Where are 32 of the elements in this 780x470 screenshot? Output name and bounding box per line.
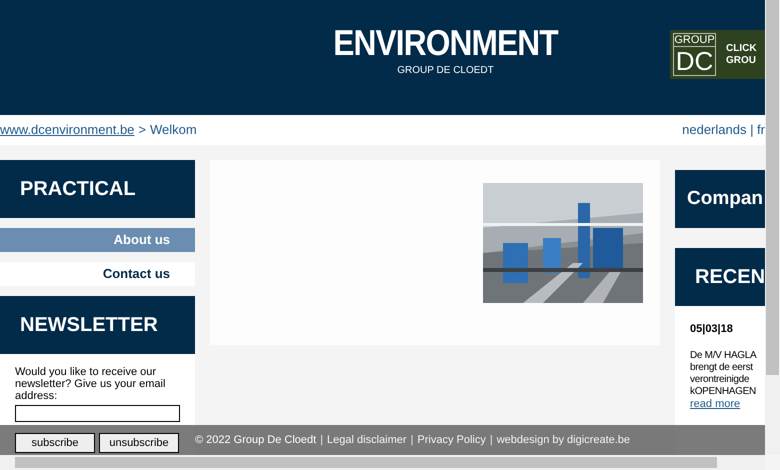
section-title: NEWSLETTER bbox=[0, 296, 195, 354]
banner-text: CLICK bbox=[726, 42, 757, 54]
logo-text: GROUP bbox=[674, 34, 715, 47]
site-title: ENVIRONMENT bbox=[333, 24, 558, 62]
footer-link[interactable]: Legal disclaimer bbox=[327, 432, 407, 448]
group-banner-link[interactable]: GROUP DC CLICK GROU bbox=[670, 30, 765, 79]
email-field[interactable] bbox=[15, 405, 180, 422]
newsletter-text: Would you like to receive our newsletter? Give us your email address: bbox=[15, 366, 166, 402]
footer-separator: | bbox=[320, 432, 324, 448]
breadcrumb-link[interactable]: www.dcenvironment.be bbox=[0, 120, 134, 140]
banner-text: GROU bbox=[726, 54, 757, 66]
footer-link[interactable]: Privacy Policy bbox=[417, 432, 486, 448]
logo-text: DC bbox=[676, 47, 714, 76]
breadcrumb-current: Welkom bbox=[150, 121, 197, 140]
copyright-text: © 2022 Group De Cloedt bbox=[194, 432, 316, 448]
footer-separator: | bbox=[490, 432, 493, 448]
newsletter-button[interactable]: unsubscribe bbox=[99, 433, 179, 453]
section-title: Compan bbox=[675, 170, 765, 228]
newsletter-button[interactable]: subscribe bbox=[15, 433, 95, 453]
section-title: RECEN bbox=[675, 248, 765, 306]
section-title: PRACTICAL bbox=[0, 160, 195, 218]
menu-item[interactable]: Contact us bbox=[0, 262, 195, 286]
language-links[interactable]: nederlands | fr bbox=[682, 120, 765, 140]
breadcrumb-separator: > bbox=[138, 121, 146, 140]
footer-link[interactable]: webdesign by digicreate.be bbox=[496, 432, 630, 448]
horizontal-scrollbar[interactable] bbox=[0, 455, 765, 470]
news-date: 05|03|18 bbox=[690, 322, 734, 337]
footer-separator: | bbox=[410, 432, 414, 448]
site-subtitle: GROUP DE CLOEDT bbox=[397, 64, 494, 78]
vertical-scrollbar[interactable] bbox=[765, 0, 780, 455]
news-excerpt: De M/V HAGLA brengt de eerst verontreinigde kOPENHAGEN bbox=[690, 350, 758, 398]
read-more-link[interactable]: read more bbox=[690, 398, 740, 410]
